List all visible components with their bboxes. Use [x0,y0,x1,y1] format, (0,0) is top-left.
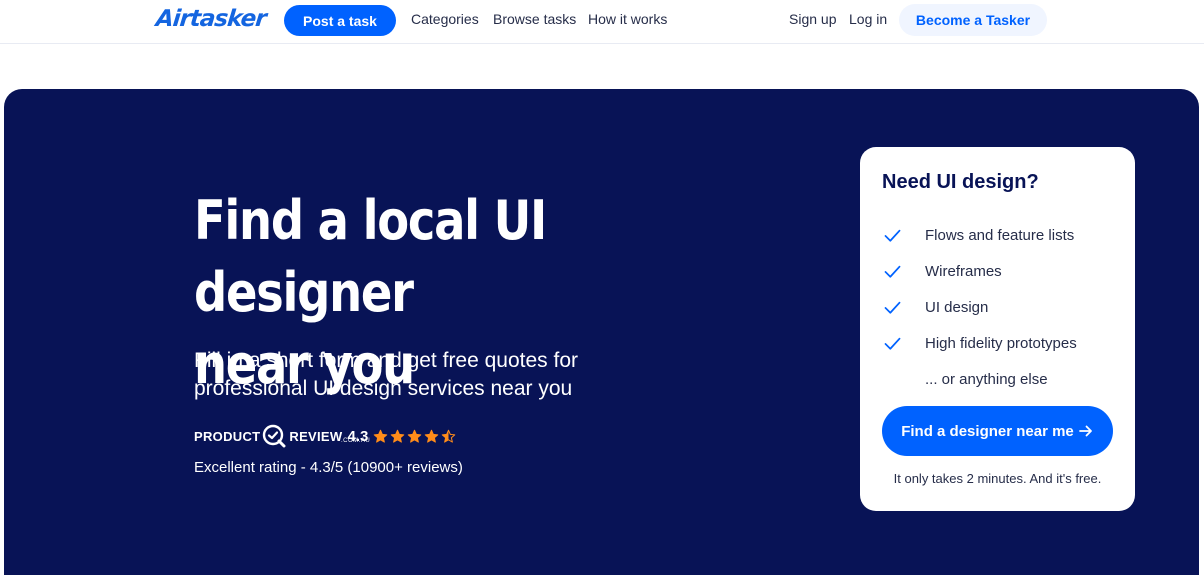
card-note: It only takes 2 minutes. And it's free. [893,471,1102,486]
checkmark-icon [884,265,901,278]
top-navigation-bar: Airtasker Post a task Categories Browse … [0,0,1204,44]
list-item: Flows and feature lists [882,217,1122,253]
hero-title-line-1: Find a local UI designer [194,189,547,324]
list-item: High fidelity prototypes [882,325,1122,361]
star-icon [408,429,422,443]
list-item-label: ... or anything else [925,370,1048,388]
become-tasker-button[interactable]: Become a Tasker [899,4,1047,36]
feature-list: Flows and feature lists Wireframes UI de… [882,217,1122,397]
star-rating [373,429,456,444]
hero-section: Find a local UI designer near you Fill i… [4,89,1199,575]
sign-up-link[interactable]: Sign up [789,11,836,27]
list-item: UI design [882,289,1122,325]
log-in-link[interactable]: Log in [849,11,887,27]
ui-design-card: Need UI design? Flows and feature lists … [860,147,1135,511]
product-review-domain: .COM.AU [341,438,371,444]
product-review-badge[interactable]: PRODUCT REVIEW .COM.AU 4.3 [194,421,456,451]
half-star-icon [442,429,456,443]
star-icon [374,429,388,443]
checkmark-icon [884,337,901,350]
find-designer-button[interactable]: Find a designer near me [882,406,1113,456]
arrow-right-icon [1078,425,1092,437]
checkmark-icon [884,301,901,314]
list-item-label: UI design [925,298,989,316]
product-review-logo-icon [263,424,286,448]
airtasker-logo[interactable]: Airtasker [155,6,267,32]
product-review-word-left: PRODUCT [194,428,261,444]
post-task-button[interactable]: Post a task [284,5,396,36]
product-review-word-right: REVIEW [289,428,343,444]
list-item-label: High fidelity prototypes [925,334,1077,352]
nav-link-browse-tasks[interactable]: Browse tasks [493,11,576,27]
card-title: Need UI design? [882,171,1039,193]
find-designer-label: Find a designer near me [901,422,1074,440]
nav-link-categories[interactable]: Categories [411,11,479,27]
star-icon [391,429,405,443]
checkmark-icon [884,229,901,242]
rating-summary: Excellent rating - 4.3/5 (10900+ reviews… [194,459,463,476]
list-item-label: Wireframes [925,262,1002,280]
list-item-label: Flows and feature lists [925,226,1075,244]
list-item-extra: ... or anything else [882,361,1122,397]
star-icon [425,429,439,443]
hero-subtitle: Fill in a short form and get free quotes… [194,349,579,400]
list-item: Wireframes [882,253,1122,289]
nav-link-how-it-works[interactable]: How it works [588,11,667,27]
